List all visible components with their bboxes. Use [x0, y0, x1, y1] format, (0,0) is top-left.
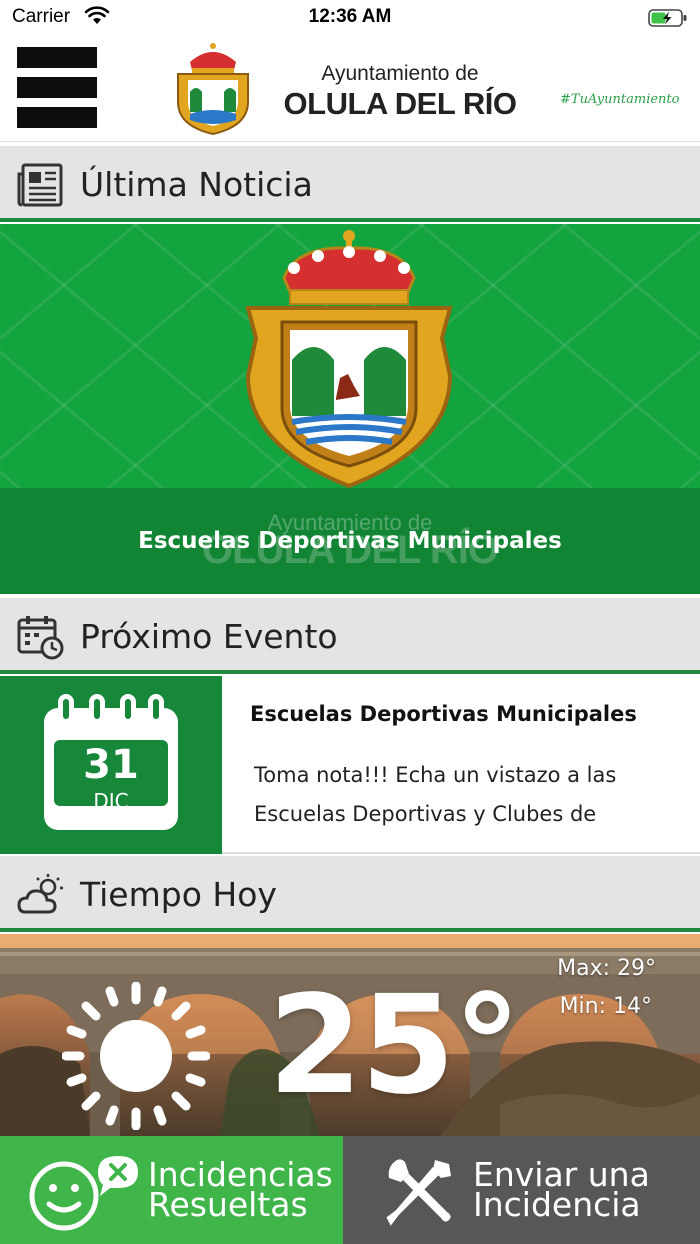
- calendar-icon: 31 DIC: [44, 694, 180, 832]
- news-section-title: Última Noticia: [80, 165, 313, 204]
- calendar-clock-icon: [17, 616, 64, 660]
- event-month: DIC: [93, 789, 129, 813]
- resolved-incidents-button[interactable]: Incidencias Resueltas: [0, 1136, 343, 1244]
- weather-panel: 25° Max: 29° Min: 14°: [0, 934, 700, 1136]
- news-banner[interactable]: Ayuntamiento de OLULA DEL RÍO Escuelas D…: [0, 224, 700, 594]
- status-time: 12:36 AM: [308, 6, 392, 27]
- event-description-line2: Escuelas Deportivas y Clubes de: [254, 802, 597, 826]
- sun-icon: [62, 982, 210, 1130]
- news-section-header: Última Noticia: [0, 146, 700, 222]
- partly-cloudy-icon: [17, 874, 63, 914]
- smiley-tools-icon: [29, 1156, 138, 1231]
- hashtag: #TuAyuntamiento: [560, 92, 680, 107]
- resolved-label-line2: Resueltas: [148, 1185, 308, 1224]
- bottom-action-bar: Incidencias Resueltas Enviar una Inciden…: [0, 1136, 700, 1244]
- report-label-line2: Incidencia: [473, 1185, 641, 1224]
- coat-of-arms-icon: [177, 43, 249, 136]
- event-section-header: Próximo Evento: [0, 598, 700, 674]
- newspaper-icon: [17, 163, 63, 207]
- coat-of-arms-icon: [245, 230, 453, 489]
- status-bar: Carrier 12:36 AM: [0, 0, 700, 36]
- header-title-line2: OLULA DEL RÍO: [283, 86, 517, 121]
- report-incident-label: Enviar una Incidencia: [473, 1158, 650, 1224]
- hamburger-menu-icon[interactable]: [17, 47, 97, 129]
- min-temperature: Min: 14°: [559, 994, 652, 1019]
- event-section-title: Próximo Evento: [80, 617, 338, 656]
- weather-section-header: Tiempo Hoy: [0, 856, 700, 932]
- event-date-panel: 31 DIC: [0, 676, 222, 854]
- event-card[interactable]: 31 DIC Escuelas Deportivas Municipales T…: [0, 676, 700, 854]
- resolved-incidents-label: Incidencias Resueltas: [148, 1158, 333, 1224]
- battery-charging-icon: [648, 8, 688, 32]
- event-title: Escuelas Deportivas Municipales: [250, 702, 637, 726]
- event-description: Toma nota!!! Echa un vistazo a las Escue…: [254, 756, 674, 834]
- weather-section-title: Tiempo Hoy: [80, 875, 277, 914]
- wrench-screwdriver-icon: [386, 1159, 451, 1226]
- app-header: Ayuntamiento de OLULA DEL RÍO #TuAyuntam…: [0, 36, 700, 142]
- news-headline[interactable]: Escuelas Deportivas Municipales: [0, 528, 700, 554]
- news-caption: Ayuntamiento de OLULA DEL RÍO Escuelas D…: [0, 488, 700, 594]
- event-description-line1: Toma nota!!! Echa un vistazo a las: [254, 763, 617, 787]
- header-title-line1: Ayuntamiento de: [321, 62, 479, 85]
- max-temperature: Max: 29°: [557, 956, 656, 981]
- report-incident-button[interactable]: Enviar una Incidencia: [343, 1136, 700, 1244]
- event-day: 31: [83, 742, 139, 788]
- current-temperature: 25°: [268, 967, 521, 1125]
